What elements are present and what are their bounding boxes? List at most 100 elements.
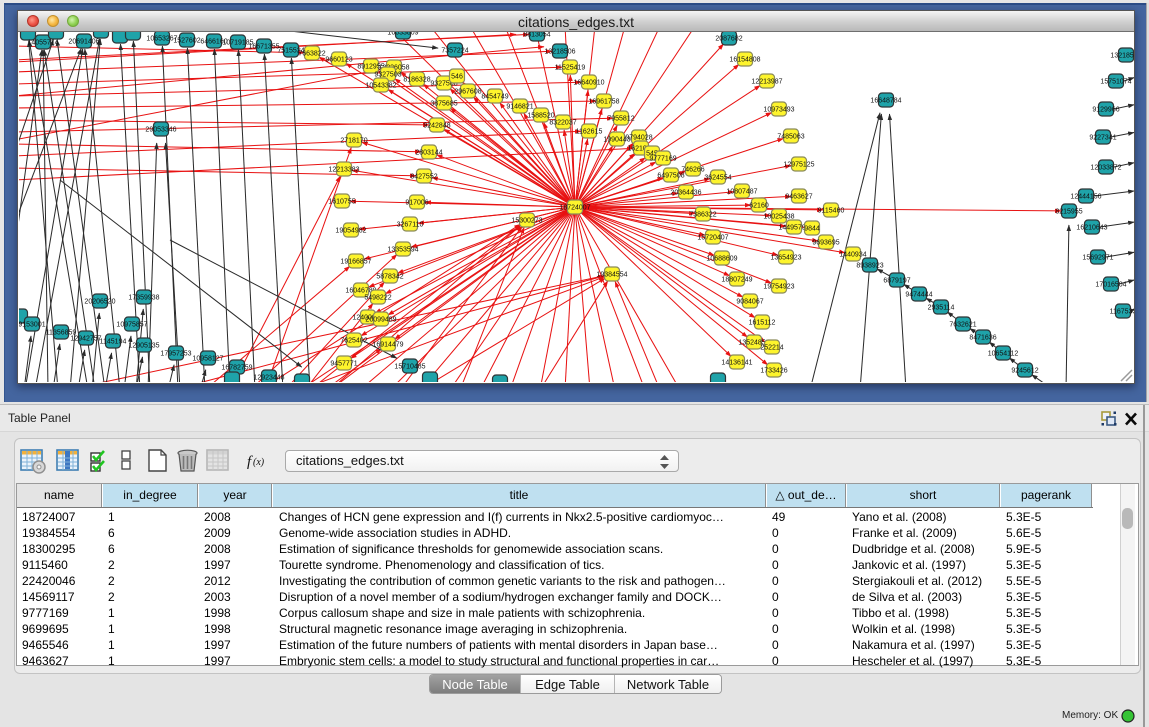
svg-text:13218506: 13218506 <box>544 49 575 56</box>
svg-text:6879197: 6879197 <box>883 278 910 285</box>
svg-text:62160: 62160 <box>749 203 769 210</box>
svg-text:2803144: 2803144 <box>415 150 442 157</box>
svg-text:16961758: 16961758 <box>588 99 619 106</box>
svg-text:29053346: 29053346 <box>145 127 176 134</box>
svg-text:9474444: 9474444 <box>905 292 932 299</box>
svg-text:11525419: 11525419 <box>555 65 586 72</box>
svg-text:7632621: 7632621 <box>949 322 976 329</box>
svg-text:15710485: 15710485 <box>394 364 425 371</box>
svg-text:16671355: 16671355 <box>248 44 279 51</box>
svg-text:1615112: 1615112 <box>749 320 776 327</box>
svg-text:18724007: 18724007 <box>559 205 590 212</box>
svg-text:16033809: 16033809 <box>387 32 418 37</box>
svg-text:8215955: 8215955 <box>1055 209 1082 216</box>
svg-text:16782759: 16782759 <box>221 365 252 372</box>
svg-text:2718170: 2718170 <box>340 138 367 145</box>
svg-text:13353594: 13353594 <box>387 247 418 254</box>
svg-text:8427552: 8427552 <box>410 174 437 181</box>
svg-text:6497508: 6497508 <box>657 173 684 180</box>
svg-text:9463627: 9463627 <box>785 194 812 201</box>
svg-text:12033872: 12033872 <box>1090 165 1121 172</box>
svg-text:20099489: 20099489 <box>365 317 396 324</box>
svg-text:1733426: 1733426 <box>760 368 787 375</box>
svg-text:7625402: 7625402 <box>340 338 367 345</box>
svg-text:20206520: 20206520 <box>84 299 115 306</box>
svg-text:12942757: 12942757 <box>70 336 101 343</box>
svg-text:1162615: 1162615 <box>576 129 603 136</box>
svg-text:9777169: 9777169 <box>649 156 676 163</box>
svg-text:2967608: 2967608 <box>454 89 481 96</box>
svg-text:917006: 917006 <box>405 200 428 207</box>
svg-text:7386322: 7386322 <box>689 212 716 219</box>
svg-text:16914479: 16914479 <box>372 342 403 349</box>
svg-text:13654923: 13654923 <box>770 255 801 262</box>
svg-text:8322037: 8322037 <box>549 120 576 127</box>
svg-text:17957253: 17957253 <box>160 351 191 358</box>
svg-text:15720407: 15720407 <box>697 235 728 242</box>
svg-text:7357224: 7357224 <box>441 48 468 55</box>
svg-text:7955812: 7955812 <box>607 116 634 123</box>
svg-text:9227341: 9227341 <box>1089 135 1116 142</box>
svg-text:7663822: 7663822 <box>298 51 325 58</box>
svg-text:16154808: 16154808 <box>729 57 760 64</box>
svg-text:10807487: 10807487 <box>726 189 757 196</box>
svg-text:8186328: 8186328 <box>403 77 430 84</box>
svg-text:14136141: 14136141 <box>721 360 752 367</box>
svg-text:12213383: 12213383 <box>328 167 359 174</box>
svg-text:19754923: 19754923 <box>763 284 794 291</box>
svg-text:3267110: 3267110 <box>397 222 424 229</box>
svg-text:1167533: 1167533 <box>1110 309 1134 316</box>
svg-text:19384554: 19384554 <box>596 272 627 279</box>
svg-text:9660123: 9660123 <box>325 57 352 64</box>
svg-text:9844: 9844 <box>804 226 820 233</box>
svg-text:7485063: 7485063 <box>777 134 804 141</box>
svg-text:5498222: 5498222 <box>364 295 391 302</box>
svg-text:13218506: 13218506 <box>1110 53 1134 60</box>
svg-text:10654112: 10654112 <box>988 351 1019 358</box>
svg-text:9153001: 9153001 <box>19 322 46 329</box>
svg-text:19054982: 19054982 <box>335 228 366 235</box>
svg-text:16648784: 16648784 <box>870 98 901 105</box>
svg-text:12923448: 12923448 <box>253 375 284 382</box>
svg-text:12975125: 12975125 <box>783 162 814 169</box>
svg-text:1588520: 1588520 <box>527 113 554 120</box>
svg-text:3624554: 3624554 <box>704 175 731 182</box>
svg-text:8813054: 8813054 <box>523 32 550 39</box>
svg-text:16210643: 16210643 <box>1076 225 1107 232</box>
svg-text:19166857: 19166857 <box>340 259 371 266</box>
svg-text:16640910: 16640910 <box>573 80 604 87</box>
svg-text:8454749: 8454749 <box>481 94 508 101</box>
svg-text:17359938: 17359938 <box>128 295 159 302</box>
svg-text:18807249: 18807249 <box>721 277 752 284</box>
svg-text:12905135: 12905135 <box>128 343 159 350</box>
svg-text:5878342: 5878342 <box>376 274 403 281</box>
svg-text:10688609: 10688609 <box>706 256 737 263</box>
svg-text:17016504: 17016504 <box>1095 282 1126 289</box>
svg-text:10543382: 10543382 <box>365 83 396 90</box>
svg-text:9242848: 9242848 <box>423 123 450 130</box>
svg-text:9129966: 9129966 <box>1092 107 1119 114</box>
svg-text:10958127: 10958127 <box>192 356 223 363</box>
svg-text:20364436: 20364436 <box>670 190 701 197</box>
svg-text:252214: 252214 <box>760 345 783 352</box>
svg-text:1145194: 1145194 <box>100 339 127 346</box>
svg-text:1527602: 1527602 <box>173 38 200 45</box>
svg-text:9693695: 9693695 <box>812 240 839 247</box>
svg-text:12213987: 12213987 <box>751 79 782 86</box>
svg-text:2935114: 2935114 <box>928 305 955 312</box>
svg-text:8938923: 8938923 <box>856 263 883 270</box>
svg-text:1440934: 1440934 <box>839 252 866 259</box>
svg-text:746266: 746266 <box>681 167 704 174</box>
svg-text:10973493: 10973493 <box>763 107 794 114</box>
svg-text:546: 546 <box>451 74 463 81</box>
svg-text:12444156: 12444156 <box>1070 194 1101 201</box>
svg-text:10975857: 10975857 <box>116 322 147 329</box>
svg-text:(x): (x) <box>253 457 265 468</box>
svg-text:9115460: 9115460 <box>818 208 845 215</box>
svg-text:9457771: 9457771 <box>330 361 357 368</box>
svg-text:14055714: 14055714 <box>27 40 58 47</box>
svg-text:2087682: 2087682 <box>715 36 742 43</box>
svg-text:9245612: 9245612 <box>1011 368 1038 375</box>
svg-text:3875685: 3875685 <box>430 101 457 108</box>
svg-text:1610755: 1610755 <box>328 199 355 206</box>
